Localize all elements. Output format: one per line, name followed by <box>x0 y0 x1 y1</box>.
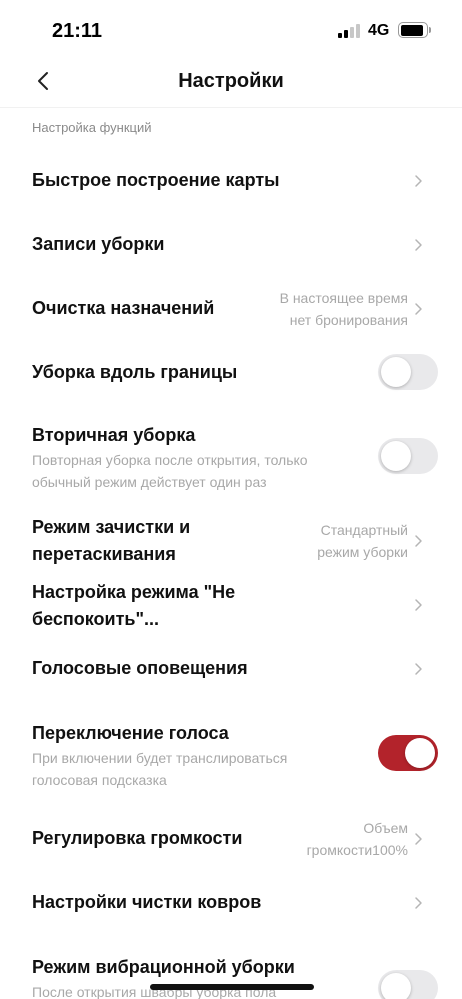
chevron-right-icon <box>415 535 422 547</box>
setting-title: Регулировка громкости <box>32 828 243 848</box>
network-type: 4G <box>368 22 390 39</box>
chevron-right-icon <box>415 599 422 611</box>
toggle-knob <box>405 738 435 768</box>
setting-title-line: Настройка режима "Не <box>32 582 236 602</box>
chevron-right-icon <box>415 303 422 315</box>
setting-title: Режим зачистки и перетаскивания <box>32 514 292 568</box>
setting-dnd-mode[interactable]: Настройка режима "Не беспокоить"... <box>0 576 462 636</box>
setting-title: Очистка назначений <box>32 298 215 318</box>
battery-level <box>400 24 423 36</box>
setting-value-line: Стандартный <box>320 522 408 538</box>
setting-edge-cleaning: Уборка вдоль границы <box>0 342 462 404</box>
setting-voice-switch: Переключение голоса При включении будет … <box>0 716 462 794</box>
battery-cap <box>429 27 431 33</box>
chevron-right-icon <box>415 833 422 845</box>
page-title: Настройки <box>178 70 284 92</box>
setting-title: Переключение голоса <box>32 723 229 743</box>
setting-subtitle-line: При включении будет транслироваться <box>32 750 288 766</box>
setting-value: Стандартный режим уборки <box>317 519 408 563</box>
nav-bar: Настройки <box>0 62 462 108</box>
setting-carpet[interactable]: Настройки чистки ковров <box>0 872 462 934</box>
secondary-cleaning-toggle[interactable] <box>378 438 438 474</box>
setting-subtitle-line: голосовая подсказка <box>32 772 167 788</box>
setting-value-line: режим уборки <box>317 544 408 560</box>
home-indicator[interactable] <box>150 984 314 990</box>
setting-cleaning-records[interactable]: Записи уборки <box>0 214 462 276</box>
chevron-right-icon <box>415 663 422 675</box>
setting-title: Уборка вдоль границы <box>32 362 238 382</box>
setting-secondary-cleaning: Вторичная уборка Повторная уборка после … <box>0 418 462 496</box>
setting-title: Настройка режима "Не беспокоить"... <box>32 579 332 633</box>
chevron-right-icon <box>415 897 422 909</box>
setting-title-line: Режим зачистки и <box>32 517 191 537</box>
edge-cleaning-toggle[interactable] <box>378 354 438 390</box>
setting-vibration: Режим вибрационной уборки После открытия… <box>0 950 462 999</box>
section-label: Настройка функций <box>32 120 152 135</box>
status-time: 21:11 <box>52 20 103 42</box>
setting-mop-drag-mode[interactable]: Режим зачистки и перетаскивания Стандарт… <box>0 512 462 576</box>
voice-switch-toggle[interactable] <box>378 735 438 771</box>
setting-title: Голосовые оповещения <box>32 658 248 678</box>
setting-title: Быстрое построение карты <box>32 170 280 190</box>
vibration-toggle[interactable] <box>378 970 438 999</box>
chevron-right-icon <box>415 175 422 187</box>
setting-value: В настоящее время нет бронирования <box>280 287 408 331</box>
setting-title-line: беспокоить"... <box>32 609 160 629</box>
status-bar: 21:11 4G <box>0 0 462 62</box>
setting-subtitle: При включении будет транслироваться голо… <box>32 747 362 791</box>
setting-quick-map[interactable]: Быстрое построение карты <box>0 150 462 212</box>
signal-strength-icon <box>338 24 362 38</box>
toggle-knob <box>381 441 411 471</box>
setting-volume[interactable]: Регулировка громкости Объем громкости100… <box>0 808 462 870</box>
setting-value-line: нет бронирования <box>289 312 408 328</box>
setting-value-line: громкости100% <box>306 842 408 858</box>
setting-title: Вторичная уборка <box>32 425 196 445</box>
toggle-knob <box>381 357 411 387</box>
chevron-right-icon <box>415 239 422 251</box>
battery-icon <box>398 22 428 38</box>
setting-title: Записи уборки <box>32 234 165 254</box>
setting-subtitle-line: Повторная уборка после открытия, только <box>32 452 308 468</box>
setting-value-line: Объем <box>363 820 408 836</box>
setting-title-line: перетаскивания <box>32 544 176 564</box>
setting-title: Настройки чистки ковров <box>32 892 262 912</box>
setting-voice-alerts[interactable]: Голосовые оповещения <box>0 638 462 700</box>
setting-clear-schedule[interactable]: Очистка назначений В настоящее время нет… <box>0 278 462 340</box>
setting-subtitle: Повторная уборка после открытия, только … <box>32 449 362 493</box>
setting-value: Объем громкости100% <box>307 817 408 861</box>
setting-subtitle-line: обычный режим действует один раз <box>32 474 267 490</box>
setting-value-line: В настоящее время <box>279 290 408 306</box>
setting-title: Режим вибрационной уборки <box>32 957 295 977</box>
toggle-knob <box>381 973 411 999</box>
